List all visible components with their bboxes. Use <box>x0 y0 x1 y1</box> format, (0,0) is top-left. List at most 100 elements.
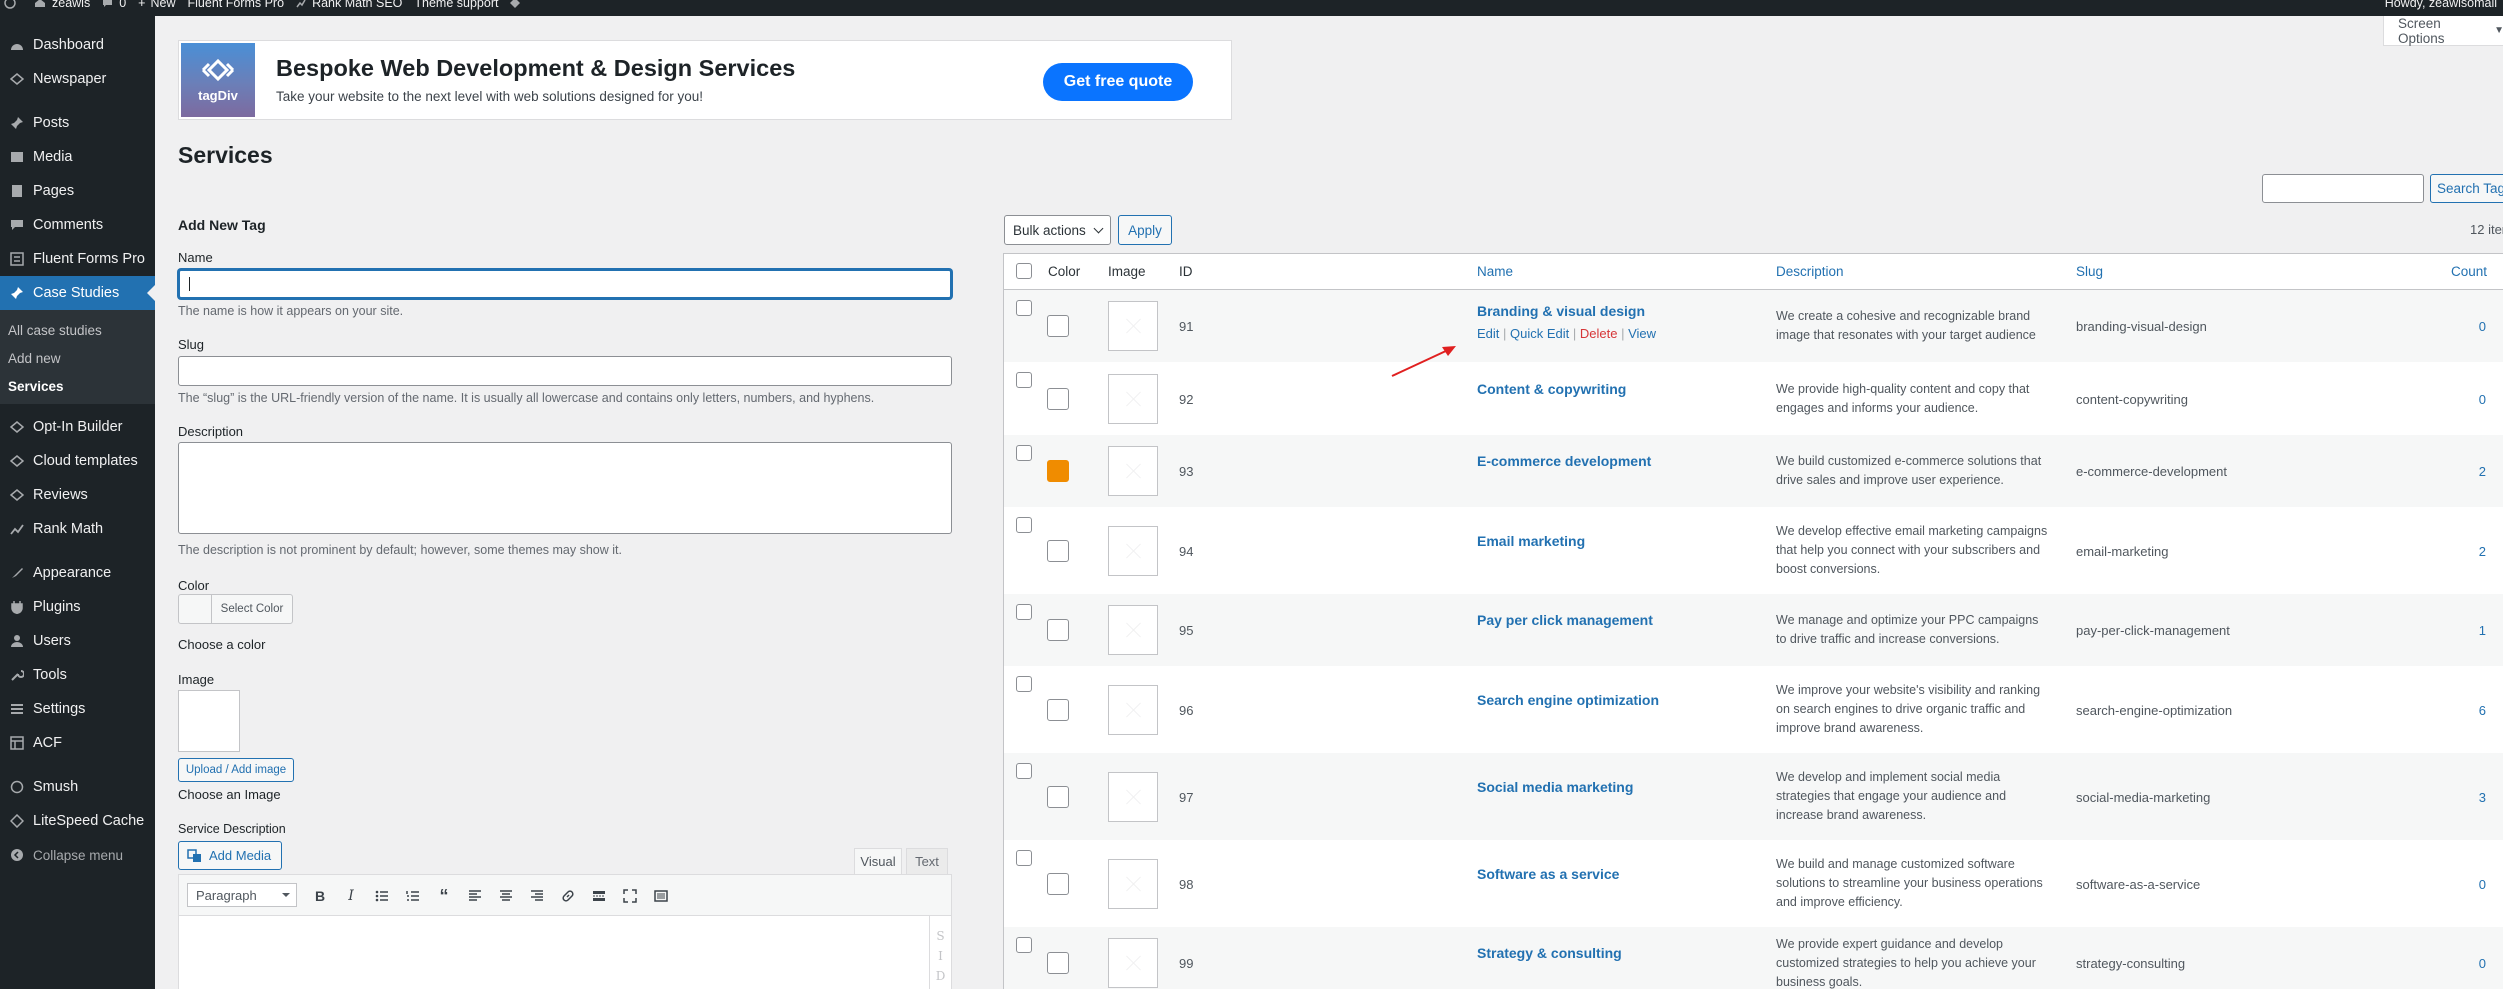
sidebar-item-opt-in-builder[interactable]: Opt-In Builder <box>0 410 155 444</box>
column-name[interactable]: Name <box>1477 264 1513 279</box>
format-select[interactable]: Paragraph <box>187 883 297 907</box>
sidebar-item-dashboard[interactable]: Dashboard <box>0 28 155 62</box>
row-name-link[interactable]: Content & copywriting <box>1477 381 1626 397</box>
tab-text[interactable]: Text <box>906 848 948 874</box>
select-color-button[interactable]: Select Color <box>211 594 293 624</box>
row-count-link[interactable]: 0 <box>2434 956 2486 971</box>
column-count[interactable]: Count <box>2451 264 2487 279</box>
row-checkbox[interactable] <box>1016 372 1032 388</box>
row-checkbox[interactable] <box>1016 937 1032 953</box>
row-name-link[interactable]: Search engine optimization <box>1477 692 1659 708</box>
align-center-icon[interactable] <box>495 885 517 907</box>
upload-add-image-button[interactable]: Upload / Add image <box>178 758 294 782</box>
sidebar-item-case-studies[interactable]: Case Studies <box>0 276 155 310</box>
row-count-link[interactable]: 2 <box>2434 544 2486 559</box>
description-field[interactable] <box>178 442 952 534</box>
row-name-link[interactable]: Strategy & consulting <box>1477 945 1622 961</box>
quick-edit-link[interactable]: Quick Edit <box>1510 326 1569 341</box>
sidebar-item-cloud-templates[interactable]: Cloud templates <box>0 444 155 478</box>
adminbar-rank-math[interactable]: Rank Math SEO <box>296 0 414 10</box>
howdy-user-link[interactable]: Howdy, zeawisomali <box>2385 0 2503 10</box>
sidebar-item-comments[interactable]: Comments <box>0 208 155 242</box>
sidebar-item-appearance[interactable]: Appearance <box>0 556 155 590</box>
table-row: 99 Strategy & consulting We provide expert… <box>1004 927 2503 989</box>
sidebar-item-posts[interactable]: Posts <box>0 106 155 140</box>
bold-icon[interactable]: B <box>309 885 331 907</box>
row-count-link[interactable]: 3 <box>2434 790 2486 805</box>
link-icon[interactable] <box>557 885 579 907</box>
search-tags-button[interactable]: Search Tags <box>2430 174 2503 203</box>
italic-icon[interactable]: I <box>340 885 362 907</box>
sidebar-item-reviews[interactable]: Reviews <box>0 478 155 512</box>
submenu-all-case-studies[interactable]: All case studies <box>0 316 155 344</box>
row-name-link[interactable]: Email marketing <box>1477 533 1585 549</box>
new-content-link[interactable]: + New <box>138 0 187 10</box>
bulk-actions-select[interactable]: Bulk actions <box>1004 215 1111 245</box>
sidebar-item-tools[interactable]: Tools <box>0 658 155 692</box>
submenu-services[interactable]: Services <box>0 372 155 400</box>
adminbar-fluent-forms[interactable]: Fluent Forms Pro <box>188 0 297 10</box>
sidebar-item-fluent-forms[interactable]: Fluent Forms Pro <box>0 242 155 276</box>
row-checkbox[interactable] <box>1016 604 1032 620</box>
sidebar-item-litespeed-cache[interactable]: LiteSpeed Cache <box>0 804 155 838</box>
fullscreen-icon[interactable] <box>619 885 641 907</box>
toolbar-toggle-icon[interactable] <box>650 885 672 907</box>
row-checkbox[interactable] <box>1016 763 1032 779</box>
align-left-icon[interactable] <box>464 885 486 907</box>
row-name-link[interactable]: Social media marketing <box>1477 779 1633 795</box>
row-count-link[interactable]: 1 <box>2434 623 2486 638</box>
row-checkbox[interactable] <box>1016 676 1032 692</box>
wordpress-logo-icon[interactable] <box>0 0 34 9</box>
slug-field[interactable] <box>178 356 952 386</box>
blockquote-icon[interactable]: “ <box>433 885 455 907</box>
sidebar-item-media[interactable]: Media <box>0 140 155 174</box>
row-checkbox[interactable] <box>1016 445 1032 461</box>
add-media-button[interactable]: Add Media <box>178 841 282 870</box>
sidebar-item-smush[interactable]: Smush <box>0 770 155 804</box>
column-slug[interactable]: Slug <box>2076 264 2103 279</box>
sidebar-item-plugins[interactable]: Plugins <box>0 590 155 624</box>
submenu-add-new[interactable]: Add new <box>0 344 155 372</box>
litespeed-diamond-icon[interactable] <box>510 0 538 8</box>
service-description-editor[interactable]: S I D <box>178 916 952 989</box>
sidebar-item-newspaper[interactable]: Newspaper <box>0 62 155 96</box>
row-checkbox[interactable] <box>1016 850 1032 866</box>
row-count-link[interactable]: 0 <box>2434 319 2486 334</box>
sidebar-item-settings[interactable]: Settings <box>0 692 155 726</box>
row-count-link[interactable]: 0 <box>2434 392 2486 407</box>
sidebar-item-acf[interactable]: ACF <box>0 726 155 760</box>
editor-scrollbar[interactable]: S I D <box>929 916 951 989</box>
read-more-icon[interactable] <box>588 885 610 907</box>
collapse-menu-button[interactable]: Collapse menu <box>0 838 155 872</box>
sidebar-item-users[interactable]: Users <box>0 624 155 658</box>
site-name-link[interactable]: zeawis <box>34 0 102 10</box>
row-checkbox[interactable] <box>1016 300 1032 316</box>
row-count-link[interactable]: 2 <box>2434 464 2486 479</box>
sidebar-item-rank-math[interactable]: Rank Math <box>0 512 155 546</box>
search-tags-input[interactable] <box>2262 174 2424 203</box>
align-right-icon[interactable] <box>526 885 548 907</box>
select-all-checkbox[interactable] <box>1016 263 1032 279</box>
view-link[interactable]: View <box>1628 326 1656 341</box>
column-description[interactable]: Description <box>1776 264 1844 279</box>
bullet-list-icon[interactable] <box>371 885 393 907</box>
name-field[interactable] <box>178 269 952 299</box>
row-name-link[interactable]: Pay per click management <box>1477 612 1653 628</box>
row-checkbox[interactable] <box>1016 517 1032 533</box>
edit-link[interactable]: Edit <box>1477 326 1499 341</box>
sidebar-item-pages[interactable]: Pages <box>0 174 155 208</box>
delete-link[interactable]: Delete <box>1580 326 1618 341</box>
adminbar-theme-support[interactable]: Theme support <box>414 0 510 10</box>
row-name-link[interactable]: E-commerce development <box>1477 453 1651 469</box>
row-name-link[interactable]: Branding & visual design <box>1477 303 1645 319</box>
row-count-link[interactable]: 0 <box>2434 877 2486 892</box>
get-free-quote-button[interactable]: Get free quote <box>1043 63 1193 101</box>
screen-options-button[interactable]: Screen Options ▼ <box>2383 16 2503 46</box>
row-name-link[interactable]: Software as a service <box>1477 866 1619 882</box>
comments-link[interactable]: 0 <box>102 0 138 10</box>
color-swatch[interactable] <box>178 594 212 624</box>
apply-button[interactable]: Apply <box>1118 215 1172 245</box>
row-count-link[interactable]: 6 <box>2434 703 2486 718</box>
numbered-list-icon[interactable] <box>402 885 424 907</box>
tab-visual[interactable]: Visual <box>854 848 902 874</box>
